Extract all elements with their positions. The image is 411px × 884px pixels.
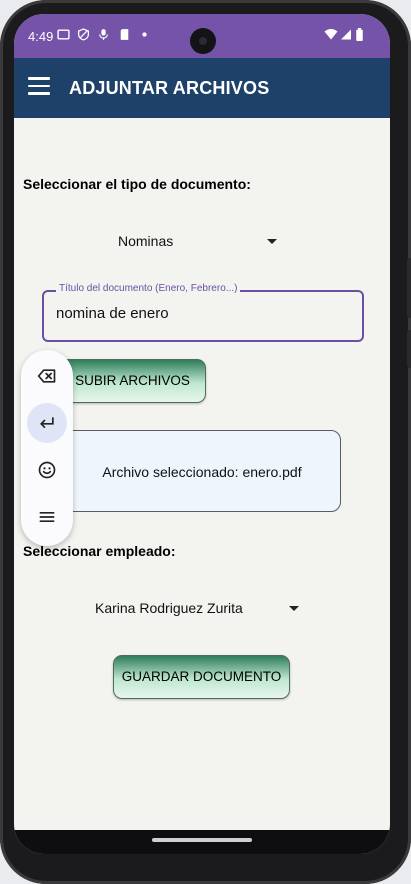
document-title-input[interactable] — [56, 305, 346, 322]
sd-card-icon — [120, 29, 129, 40]
status-time: 4:49 — [28, 29, 54, 44]
front-camera — [190, 28, 216, 54]
doc-type-value: Nominas — [118, 233, 174, 249]
selected-file-text: Archivo seleccionado: enero.pdf — [102, 464, 302, 480]
shield-icon — [77, 28, 90, 41]
employee-value: Karina Rodriguez Zurita — [95, 600, 243, 616]
dropdown-arrow-icon — [289, 606, 299, 611]
employee-dropdown[interactable]: Karina Rodriguez Zurita — [95, 594, 305, 622]
navigation-bar — [14, 830, 390, 854]
app-bar: ADJUNTAR ARCHIVOS — [14, 58, 390, 118]
menu-icon — [39, 512, 55, 522]
backspace-icon — [37, 369, 56, 383]
upload-files-button[interactable]: SUBIR ARCHIVOS — [59, 359, 206, 403]
doc-type-dropdown[interactable]: Nominas — [118, 227, 278, 255]
menu-icon[interactable] — [28, 77, 50, 97]
emoji-button[interactable] — [27, 450, 67, 490]
volume-button — [407, 258, 411, 318]
save-document-button[interactable]: GUARDAR DOCUMENTO — [113, 655, 290, 699]
document-title-field[interactable]: Título del documento (Enero, Febrero...) — [42, 283, 364, 342]
notification-dot-icon — [142, 32, 147, 37]
battery-icon — [356, 28, 363, 41]
status-bar: 4:49 — [14, 14, 390, 58]
home-gesture-handle[interactable] — [152, 838, 252, 842]
enter-button[interactable] — [27, 403, 67, 443]
microphone-icon — [99, 29, 108, 40]
wifi-icon — [324, 29, 338, 40]
emoji-icon — [38, 461, 56, 479]
doc-type-label: Seleccionar el tipo de documento: — [23, 176, 251, 192]
dropdown-arrow-icon — [267, 239, 277, 244]
power-button — [407, 330, 411, 368]
page-title: ADJUNTAR ARCHIVOS — [69, 78, 270, 98]
selected-file-box: Archivo seleccionado: enero.pdf — [63, 430, 341, 512]
document-title-label: Título del documento (Enero, Febrero...) — [56, 283, 241, 294]
enter-icon — [40, 417, 54, 428]
cell-signal-icon — [341, 29, 351, 40]
backspace-button[interactable] — [27, 356, 67, 396]
phone-frame: 4:49 ADJUNTAR ARCHIVOS Seleccionar el ti… — [0, 0, 411, 884]
floating-keyboard-toolbar — [21, 350, 73, 546]
more-options-button[interactable] — [27, 497, 67, 537]
screen-record-icon — [57, 29, 70, 40]
